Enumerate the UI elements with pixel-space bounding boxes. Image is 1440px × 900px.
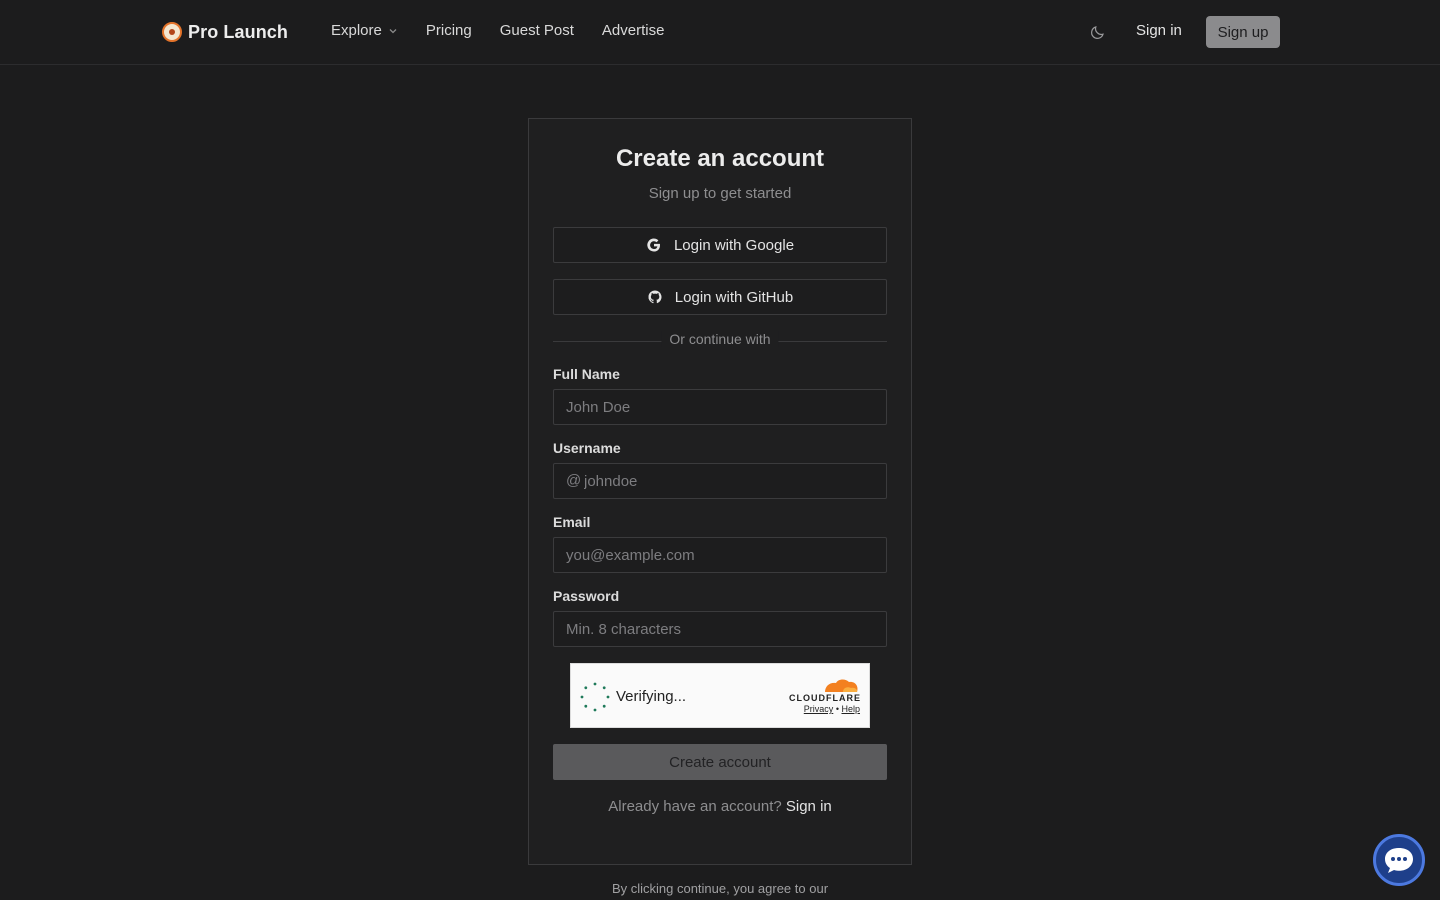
page-subtitle: Sign up to get started — [648, 185, 792, 202]
terms-notice: By clicking continue, you agree to our — [611, 881, 829, 896]
brand-logo-icon — [162, 22, 182, 42]
chat-icon — [1385, 848, 1413, 873]
nav-advertise[interactable]: Advertise — [602, 22, 665, 39]
moon-icon — [1091, 26, 1104, 39]
captcha-link-separator: • — [835, 704, 839, 714]
google-login-label: Login with Google — [673, 236, 795, 254]
sign-in-prompt: Already have an account? Sign in — [529, 798, 911, 815]
captcha-status: Verifying... — [616, 688, 687, 705]
sign-in-prompt-text: Already have an account? — [608, 798, 782, 815]
email-label: Email — [553, 514, 591, 530]
main-nav: Explore Pricing Guest Post Advertise — [331, 22, 664, 39]
github-login-label: Login with GitHub — [674, 288, 794, 306]
spinner-icon — [580, 682, 610, 712]
top-navbar: Pro Launch Explore Pricing Guest Post Ad… — [0, 0, 1440, 65]
google-icon — [647, 238, 660, 252]
full-name-label: Full Name — [553, 366, 620, 382]
github-icon — [648, 290, 662, 304]
nav-guest-post[interactable]: Guest Post — [500, 22, 574, 39]
chat-widget-button[interactable] — [1373, 834, 1425, 886]
page-title: Create an account — [615, 145, 825, 172]
nav-explore[interactable]: Explore — [331, 22, 398, 39]
username-input[interactable] — [553, 463, 887, 499]
cloudflare-captcha-widget[interactable]: Verifying... CLOUDFLARE Privacy • Help — [570, 663, 870, 728]
username-prefix: @ — [566, 472, 582, 489]
brand-name: Pro Launch — [188, 21, 289, 42]
header-sign-in-link[interactable]: Sign in — [1136, 22, 1182, 39]
brand-logo[interactable]: Pro Launch — [162, 20, 288, 44]
captcha-help-link[interactable]: Help — [841, 704, 860, 714]
header-sign-up-button[interactable]: Sign up — [1206, 16, 1280, 48]
github-login-button[interactable]: Login with GitHub — [553, 279, 887, 315]
theme-toggle-button[interactable] — [1088, 22, 1108, 42]
full-name-input[interactable] — [553, 389, 887, 425]
captcha-privacy-link[interactable]: Privacy — [804, 704, 834, 714]
sign-in-link[interactable]: Sign in — [786, 798, 832, 815]
captcha-links: Privacy • Help — [804, 704, 860, 714]
signup-card: Create an account Sign up to get started… — [528, 118, 912, 865]
nav-pricing[interactable]: Pricing — [426, 22, 472, 39]
create-account-button[interactable]: Create account — [553, 744, 887, 780]
captcha-provider: CLOUDFLARE — [789, 693, 861, 703]
username-label: Username — [553, 440, 621, 456]
nav-explore-label: Explore — [331, 22, 382, 39]
google-login-button[interactable]: Login with Google — [553, 227, 887, 263]
chevron-down-icon — [389, 28, 397, 33]
email-input[interactable] — [553, 537, 887, 573]
password-label: Password — [553, 588, 620, 604]
or-divider: Or continue with — [553, 331, 887, 351]
divider-label: Or continue with — [661, 331, 779, 347]
password-input[interactable] — [553, 611, 887, 647]
